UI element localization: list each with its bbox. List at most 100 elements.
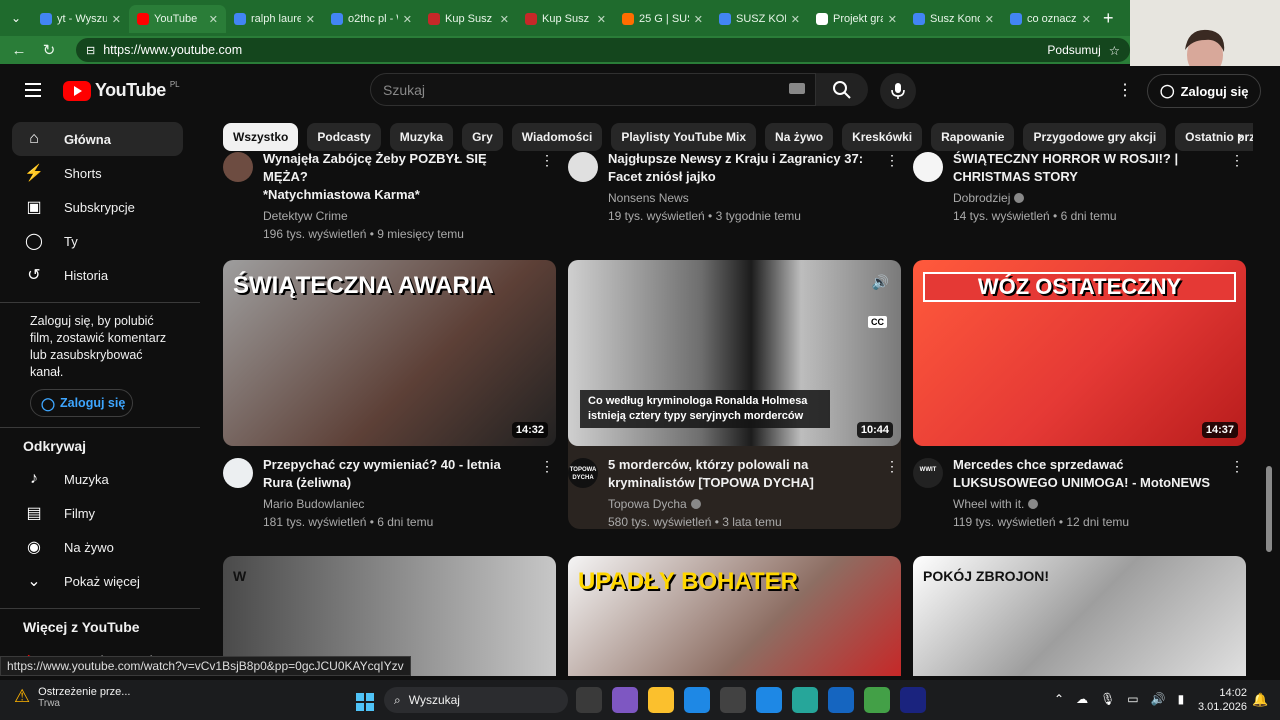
channel-avatar[interactable]: TOPOWA DYCHA [568,458,598,488]
close-tab-icon[interactable]: ✕ [500,13,509,26]
reload-icon[interactable]: ↻ [40,41,58,59]
filter-chip[interactable]: Na żywo [765,123,834,151]
browser-tab[interactable]: 25 G | SUSZ ✕ [614,5,711,33]
clock[interactable]: 14:02 3.01.2026 [1198,686,1247,714]
filter-chip[interactable]: Muzyka [389,123,454,151]
video-card[interactable]: UPADŁY BOHATER [568,556,901,676]
close-tab-icon[interactable]: ✕ [791,13,800,26]
video-title[interactable]: Przepychać czy wymieniać? 40 - letnia Ru… [263,456,528,492]
video-title[interactable]: Najgłupsze Newsy z Kraju i Zagranicy 37:… [608,150,873,186]
video-card[interactable]: ŚWIĄTECZNY HORROR W ROSJI!? | CHRISTMAS … [913,150,1246,223]
channel-avatar[interactable] [913,152,943,182]
channel-name[interactable]: Nonsens News [608,191,901,205]
sidebar-item[interactable]: ▣ Subskrypcje [12,190,183,224]
sidebar-item[interactable]: ♪ Muzyka [12,462,183,496]
dropbox-icon[interactable] [756,687,782,713]
browser-tab[interactable]: o2thc pl - W ✕ [323,5,420,33]
video-thumbnail[interactable]: ŚWIĄTECZNA AWARIA 14:32 [223,260,556,446]
more-actions-icon[interactable]: ⋮ [1230,458,1244,475]
battery-icon[interactable]: ▮ [1178,692,1185,706]
search-input[interactable]: Szukaj [370,73,816,106]
more-actions-icon[interactable]: ⋮ [885,458,899,475]
site-info-icon[interactable]: ⊟ [86,44,95,57]
start-icon[interactable] [352,689,378,715]
video-title[interactable]: Wynajęła Zabójcę Żeby POZBYŁ SIĘ MĘŻA? *… [263,150,528,204]
channel-avatar[interactable] [223,152,253,182]
filter-chip[interactable]: Przygodowe gry akcji [1023,123,1167,151]
channel-name[interactable]: Wheel with it. [953,497,1246,511]
browser-tab[interactable]: ralph lauren ✕ [226,5,323,33]
tab-list-button[interactable]: ⌄ [0,11,32,25]
close-tab-icon[interactable]: ✕ [306,13,315,26]
keyboard-icon[interactable] [789,83,805,94]
video-card[interactable]: ŚWIĄTECZNA AWARIA 14:32 Przepychać czy wym… [223,260,556,529]
settings-menu-icon[interactable]: ⋮ [1117,80,1133,100]
more-actions-icon[interactable]: ⋮ [540,458,554,475]
file-explorer-icon[interactable] [648,687,674,713]
close-tab-icon[interactable]: ✕ [597,13,606,26]
close-tab-icon[interactable]: ✕ [403,13,412,26]
filter-chip[interactable]: Playlisty YouTube Mix [611,123,757,151]
channel-avatar[interactable]: WWIT [913,458,943,488]
voice-search-button[interactable] [880,73,916,109]
chevron-up-icon[interactable]: ⌃ [1054,692,1064,706]
summarize-button[interactable]: Podsumuj [1047,43,1100,57]
browser-tab[interactable]: SUSZ KONO ✕ [711,5,808,33]
channel-name[interactable]: Mario Budowlaniec [263,497,556,511]
sidebar-item[interactable]: ▤ Filmy [12,496,183,530]
mail-icon[interactable] [828,687,854,713]
sidebar-item[interactable]: ◉ Na żywo [12,530,183,564]
video-thumbnail[interactable]: POKÓJ ZBROJON! [913,556,1246,676]
sign-in-button[interactable]: ◯ Zaloguj się [1147,74,1262,108]
sidebar-item[interactable]: ↺ Historia [12,258,183,292]
menu-icon[interactable] [25,83,41,97]
video-card[interactable]: POKÓJ ZBROJON! [913,556,1246,676]
onedrive-icon[interactable]: ☁ [1076,692,1088,706]
more-actions-icon[interactable]: ⋮ [1230,152,1244,169]
video-card[interactable]: WÓZ OSTATECZNY 14:37 WWIT Mercedes chce spr… [913,260,1246,529]
filter-chip[interactable]: Gry [462,123,503,151]
search-button[interactable] [816,73,868,106]
sidebar-sign-in-button[interactable]: ◯ Zaloguj się [30,389,133,417]
video-title[interactable]: ŚWIĄTECZNY HORROR W ROSJI!? | CHRISTMAS … [953,150,1218,186]
video-thumbnail[interactable]: UPADŁY BOHATER [568,556,901,676]
captions-icon[interactable]: CC [868,316,887,328]
browser-tab[interactable]: YouTube ✕ [129,5,226,33]
filter-chip[interactable]: Rapowanie [931,123,1015,151]
star-icon[interactable]: ☆ [1109,43,1120,58]
video-card[interactable]: Najgłupsze Newsy z Kraju i Zagranicy 37:… [568,150,901,223]
network-icon[interactable]: ▭ [1127,692,1138,706]
store-icon[interactable] [720,687,746,713]
browser-tab[interactable]: Kup Susz ka ✕ [420,5,517,33]
new-tab-button[interactable]: + [1103,8,1114,29]
sidebar-item[interactable]: ⌂ Główna [12,122,183,156]
filter-chip[interactable]: Wiadomości [511,123,603,151]
more-actions-icon[interactable]: ⋮ [540,152,554,169]
video-card[interactable]: Co według kryminologa Ronalda Holmesa is… [568,260,901,529]
filter-chip[interactable]: Kreskówki [842,123,923,151]
channel-name[interactable]: Dobrodziej [953,191,1246,205]
filter-chip[interactable]: Podcasty [307,123,381,151]
steam-icon[interactable] [900,687,926,713]
channel-name[interactable]: Detektyw Crime [263,209,556,223]
notification-icon[interactable]: 🔔 [1252,692,1268,708]
close-tab-icon[interactable]: ✕ [985,13,994,26]
task-view-icon[interactable] [576,687,602,713]
channel-name[interactable]: Topowa Dycha [608,497,901,511]
weather-widget[interactable]: ⚠ Ostrzeżenie prze... Trwa [14,686,130,709]
taskbar-search[interactable]: ⌕ Wyszukaj [384,687,568,713]
volume-icon[interactable]: 🔊 [872,274,889,291]
video-card[interactable]: Wynajęła Zabójcę Żeby POZBYŁ SIĘ MĘŻA? *… [223,150,556,241]
browser-tab[interactable]: Projekt graficzny ✕ [808,5,905,33]
copilot-icon[interactable] [612,687,638,713]
video-thumbnail[interactable]: Co według kryminologa Ronalda Holmesa is… [568,260,901,446]
chrome-icon[interactable] [864,687,890,713]
browser-tab[interactable]: co oznacz ✕ [1002,5,1099,33]
youtube-logo[interactable]: YouTube PL [63,80,180,101]
app-icon[interactable] [792,687,818,713]
volume-icon[interactable]: 🔊 [1151,692,1166,706]
browser-tab[interactable]: Kup Susz ka ✕ [517,5,614,33]
filter-chip[interactable]: Wszystko [223,123,299,151]
video-thumbnail[interactable]: WÓZ OSTATECZNY 14:37 [913,260,1246,446]
more-actions-icon[interactable]: ⋮ [885,152,899,169]
